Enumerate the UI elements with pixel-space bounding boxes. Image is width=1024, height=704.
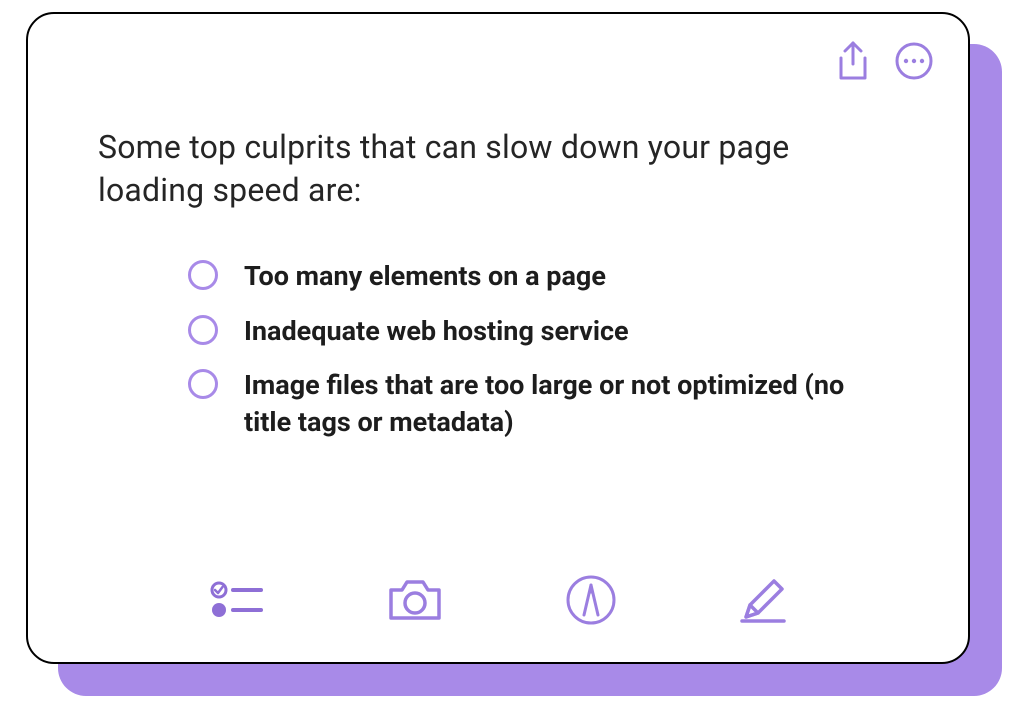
bottom-toolbar: [28, 574, 968, 662]
more-icon: [894, 41, 934, 81]
draw-button[interactable]: [565, 574, 617, 626]
app-stage: Some top culprits that can slow down you…: [0, 0, 1024, 704]
list-item-label: Inadequate web hosting service: [244, 313, 629, 349]
more-button[interactable]: [894, 41, 934, 81]
checklist-icon: [209, 578, 265, 622]
note-card: Some top culprits that can slow down you…: [26, 12, 970, 664]
share-button[interactable]: [834, 40, 872, 82]
share-icon: [834, 40, 872, 82]
bullet-circle-icon: [188, 369, 218, 399]
list-item[interactable]: Image files that are too large or not op…: [188, 367, 858, 440]
list-item-label: Image files that are too large or not op…: [244, 367, 858, 440]
list-item-label: Too many elements on a page: [244, 258, 606, 294]
draw-icon: [565, 574, 617, 626]
culprit-list: Too many elements on a page Inadequate w…: [98, 258, 898, 440]
bullet-circle-icon: [188, 315, 218, 345]
card-body: Some top culprits that can slow down you…: [28, 82, 968, 574]
camera-button[interactable]: [386, 576, 444, 624]
card-top-actions: [28, 14, 968, 82]
list-item[interactable]: Inadequate web hosting service: [188, 313, 858, 349]
checklist-button[interactable]: [209, 578, 265, 622]
edit-button[interactable]: [738, 575, 788, 625]
pencil-icon: [738, 575, 788, 625]
camera-icon: [386, 576, 444, 624]
bullet-circle-icon: [188, 260, 218, 290]
intro-text: Some top culprits that can slow down you…: [98, 126, 898, 212]
list-item[interactable]: Too many elements on a page: [188, 258, 858, 294]
